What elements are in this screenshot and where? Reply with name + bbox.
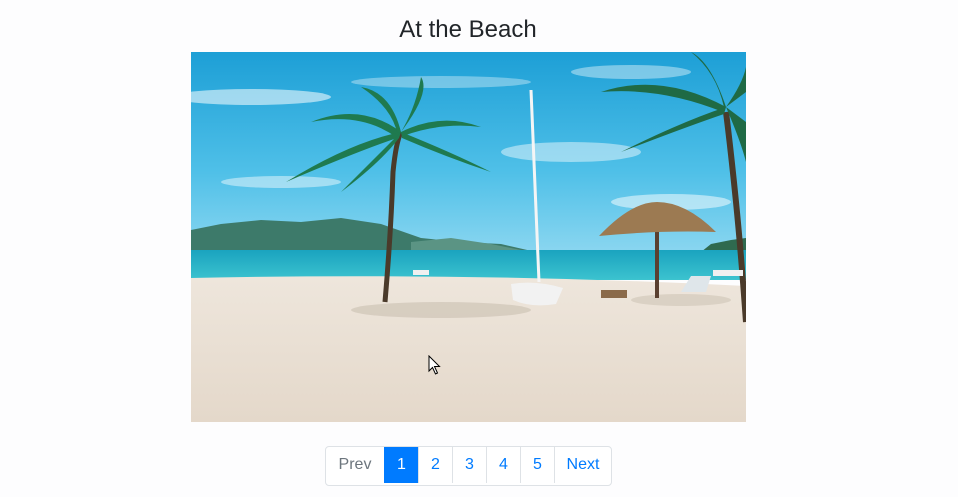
- page-button-2[interactable]: 2: [418, 447, 452, 483]
- page-button-1[interactable]: 1: [384, 447, 418, 483]
- page-title: At the Beach: [399, 16, 537, 43]
- pagination: Prev 1 2 3 4 5 Next: [325, 446, 612, 486]
- page-button-3[interactable]: 3: [452, 447, 486, 483]
- next-page-button[interactable]: Next: [554, 447, 611, 483]
- prev-page-button[interactable]: Prev: [326, 447, 384, 483]
- gallery-page: At the Beach Prev 1 2 3 4 5 Next: [0, 0, 958, 497]
- beach-photo: [191, 52, 746, 422]
- page-button-5[interactable]: 5: [520, 447, 554, 483]
- page-button-4[interactable]: 4: [486, 447, 520, 483]
- mouse-pointer-icon: [428, 355, 441, 375]
